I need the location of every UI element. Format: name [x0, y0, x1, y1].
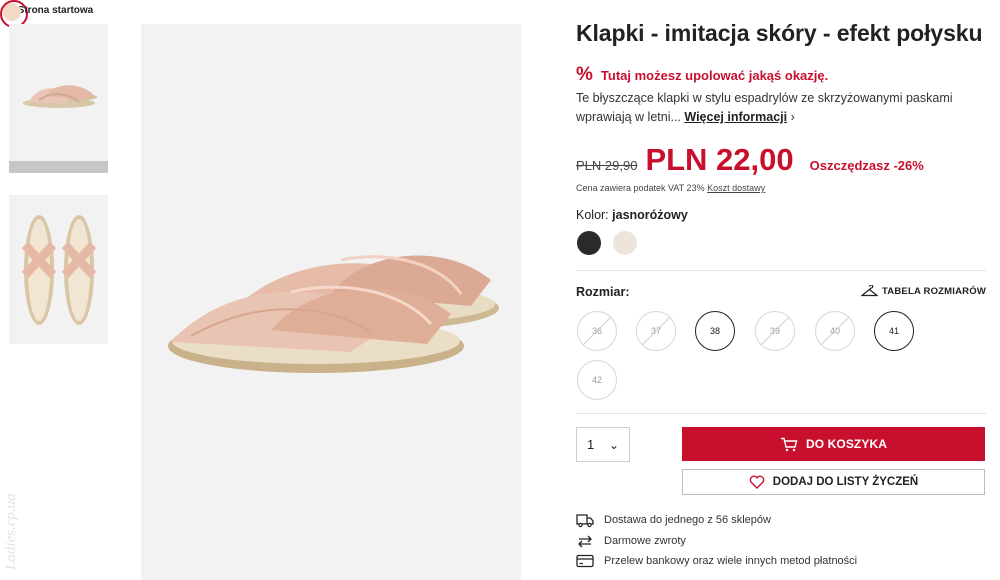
- size-table-label: TABELA ROZMIARÓW: [882, 285, 986, 297]
- thumbnail-active-indicator: [9, 161, 108, 173]
- more-info-link[interactable]: Więcej informacji: [684, 110, 787, 124]
- percent-icon: %: [576, 64, 593, 85]
- add-to-cart-label: DO KOSZYKA: [805, 437, 887, 451]
- size-option-39[interactable]: 39: [755, 311, 795, 351]
- add-to-wishlist-button[interactable]: DODAJ DO LISTY ŻYCZEŃ: [682, 469, 985, 495]
- saving-badge: Oszczędzasz -26%: [809, 158, 924, 173]
- product-description: Te błyszczące klapki w stylu espadrylów …: [576, 89, 976, 127]
- product-title: Klapki - imitacja skóry - efekt połysku: [576, 20, 983, 46]
- return-arrows-icon: [578, 535, 592, 548]
- divider: [576, 413, 986, 414]
- size-option-37[interactable]: 37: [636, 311, 676, 351]
- size-option-40[interactable]: 40: [815, 311, 855, 351]
- info-returns: Darmowe zwroty: [576, 533, 686, 549]
- shipping-cost-link[interactable]: Koszt dostawy: [707, 183, 765, 193]
- size-option-38[interactable]: 38: [695, 311, 735, 351]
- chevron-down-icon: ⌄: [608, 437, 619, 452]
- old-price: PLN 29,90: [576, 158, 638, 173]
- sandal-side-thumbnail-image: [23, 85, 97, 108]
- color-swatch-cream[interactable]: [613, 231, 637, 255]
- price-row: PLN 29,90 PLN 22,00 Oszczędzasz -26%: [576, 142, 924, 178]
- chevron-right-icon: ›: [790, 110, 795, 124]
- divider: [576, 270, 986, 271]
- quantity-value: 1: [587, 437, 595, 452]
- watermark-logo: Ladies.cp.ua: [3, 493, 19, 571]
- info-payment: Przelew bankowy oraz wiele innych metod …: [576, 553, 857, 569]
- selected-color-name: jasnoróżowy: [612, 208, 688, 222]
- wishlist-label: DODAJ DO LISTY ŻYCZEŃ: [772, 476, 919, 488]
- promo-banner: % Tutaj możesz upolować jakąś okazję.: [576, 64, 828, 86]
- promo-text: Tutaj możesz upolować jakąś okazję.: [600, 67, 829, 83]
- size-option-36[interactable]: 36: [577, 311, 617, 351]
- breadcrumb-label: Strona startowa: [17, 4, 94, 16]
- info-payment-text: Przelew bankowy oraz wiele innych metod …: [604, 555, 858, 567]
- sandal-top-thumbnail-image: [21, 215, 97, 325]
- size-option-41[interactable]: 41: [874, 311, 914, 351]
- thumbnail-top-view[interactable]: [9, 195, 108, 344]
- main-product-image[interactable]: [141, 24, 521, 580]
- add-to-cart-button[interactable]: DO KOSZYKA: [682, 427, 985, 461]
- info-delivery: Dostawa do jednego z 56 sklepów: [576, 512, 771, 528]
- cart-icon: [780, 437, 798, 451]
- svg-text:Ladies.cp.ua: Ladies.cp.ua: [3, 493, 19, 571]
- vat-text: Cena zawiera podatek VAT 23%: [576, 183, 705, 193]
- color-swatch-fill: [3, 3, 21, 21]
- color-label: Kolor: jasnoróżowy: [576, 208, 688, 222]
- credit-card-icon: [576, 554, 594, 568]
- color-swatch-black[interactable]: [577, 231, 601, 255]
- breadcrumb[interactable]: ‹ Strona startowa: [10, 4, 93, 16]
- heart-icon: [749, 475, 765, 489]
- info-returns-text: Darmowe zwroty: [604, 535, 686, 547]
- vat-note: Cena zawiera podatek VAT 23% Koszt dosta…: [576, 183, 765, 193]
- current-price: PLN 22,00: [645, 142, 794, 177]
- size-table-link[interactable]: TABELA ROZMIARÓW: [861, 285, 986, 297]
- quantity-select[interactable]: 1 ⌄: [576, 427, 630, 462]
- size-label: Rozmiar:: [576, 285, 630, 299]
- info-delivery-text: Dostawa do jednego z 56 sklepów: [604, 514, 771, 526]
- size-option-42[interactable]: 42: [577, 360, 617, 400]
- hanger-icon: [861, 285, 878, 297]
- thumbnail-side-view[interactable]: [9, 24, 108, 173]
- truck-icon: [576, 514, 594, 528]
- sandals-illustration: [168, 255, 499, 373]
